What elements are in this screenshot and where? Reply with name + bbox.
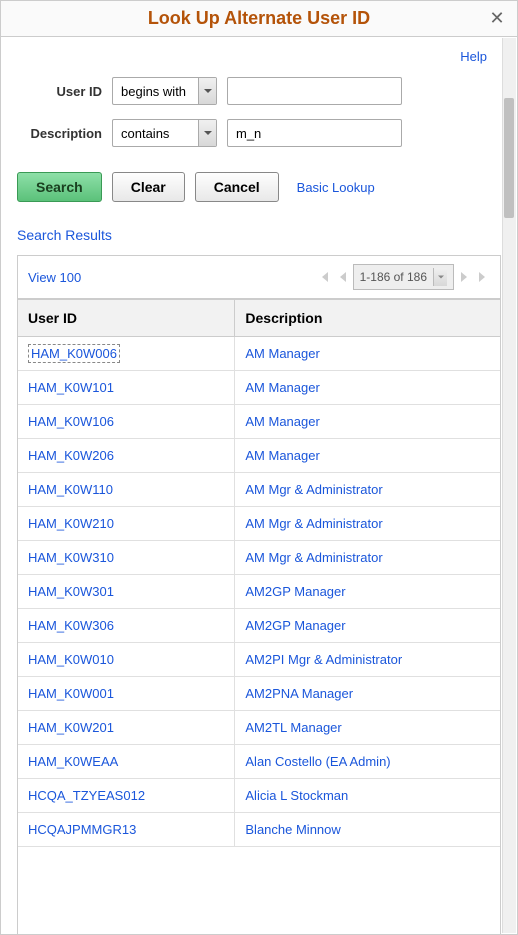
table-row[interactable]: HAM_K0W001AM2PNA Manager: [18, 677, 500, 711]
cell-description[interactable]: AM Manager: [235, 439, 500, 473]
table-row[interactable]: HAM_K0W206AM Manager: [18, 439, 500, 473]
cell-description[interactable]: AM2PI Mgr & Administrator: [235, 643, 500, 677]
description-row: Description contains: [17, 119, 501, 147]
pager: 1-186 of 186: [317, 264, 490, 290]
close-icon: ✕: [489, 8, 504, 28]
prev-page-icon[interactable]: [335, 270, 349, 284]
table-row[interactable]: HAM_K0W006AM Manager: [18, 337, 500, 371]
cell-user-id[interactable]: HAM_K0W210: [18, 507, 235, 541]
description-input[interactable]: [227, 119, 402, 147]
chevron-down-icon: [433, 268, 447, 286]
description-operator-wrap: contains: [112, 119, 217, 147]
user-id-operator[interactable]: begins with: [112, 77, 217, 105]
cell-user-id[interactable]: HAM_K0WEAA: [18, 745, 235, 779]
table-row[interactable]: HAM_K0W101AM Manager: [18, 371, 500, 405]
table-row[interactable]: HAM_K0W110AM Mgr & Administrator: [18, 473, 500, 507]
cell-description[interactable]: AM2PNA Manager: [235, 677, 500, 711]
description-label: Description: [17, 126, 112, 141]
cell-description[interactable]: Blanche Minnow: [235, 813, 500, 847]
col-user-id[interactable]: User ID: [18, 300, 235, 337]
clear-button[interactable]: Clear: [112, 172, 185, 202]
results-heading: Search Results: [17, 227, 501, 243]
table-row[interactable]: HAM_K0W010AM2PI Mgr & Administrator: [18, 643, 500, 677]
action-buttons: Search Clear Cancel Basic Lookup: [17, 172, 501, 202]
search-form: User ID begins with Description contains: [17, 77, 501, 147]
basic-lookup-link[interactable]: Basic Lookup: [297, 180, 375, 195]
close-button[interactable]: ✕: [487, 9, 507, 29]
cell-description[interactable]: Alan Costello (EA Admin): [235, 745, 500, 779]
user-id-input[interactable]: [227, 77, 402, 105]
first-page-icon[interactable]: [317, 270, 331, 284]
page-range[interactable]: 1-186 of 186: [353, 264, 454, 290]
cell-user-id[interactable]: HAM_K0W201: [18, 711, 235, 745]
help-link[interactable]: Help: [460, 49, 487, 64]
cell-description[interactable]: AM2TL Manager: [235, 711, 500, 745]
table-row[interactable]: HAM_K0W201AM2TL Manager: [18, 711, 500, 745]
search-button[interactable]: Search: [17, 172, 102, 202]
cell-description[interactable]: AM2GP Manager: [235, 575, 500, 609]
cell-user-id[interactable]: HAM_K0W310: [18, 541, 235, 575]
cell-description[interactable]: AM Manager: [235, 337, 500, 371]
user-id-row: User ID begins with: [17, 77, 501, 105]
cell-user-id[interactable]: HAM_K0W006: [18, 337, 235, 371]
user-id-label: User ID: [17, 84, 112, 99]
table-row[interactable]: HAM_K0W106AM Manager: [18, 405, 500, 439]
cell-description[interactable]: AM Manager: [235, 371, 500, 405]
table-row[interactable]: HAM_K0W301AM2GP Manager: [18, 575, 500, 609]
description-operator[interactable]: contains: [112, 119, 217, 147]
modal-content: Help User ID begins with Description con…: [1, 37, 517, 934]
results-grid: View 100 1-186 of 186: [17, 255, 501, 934]
cell-description[interactable]: Alicia L Stockman: [235, 779, 500, 813]
grid-toolbar: View 100 1-186 of 186: [18, 256, 500, 299]
title-bar: Look Up Alternate User ID ✕: [1, 1, 517, 37]
table-row[interactable]: HAM_K0WEAAAlan Costello (EA Admin): [18, 745, 500, 779]
cell-description[interactable]: AM Mgr & Administrator: [235, 541, 500, 575]
grid-body: User ID Description HAM_K0W006AM Manager…: [18, 299, 500, 934]
user-id-operator-wrap: begins with: [112, 77, 217, 105]
table-row[interactable]: HCQAJPMMGR13Blanche Minnow: [18, 813, 500, 847]
table-row[interactable]: HAM_K0W306AM2GP Manager: [18, 609, 500, 643]
cell-user-id[interactable]: HAM_K0W101: [18, 371, 235, 405]
cell-user-id[interactable]: HCQA_TZYEAS012: [18, 779, 235, 813]
cell-user-id[interactable]: HAM_K0W110: [18, 473, 235, 507]
table-row[interactable]: HCQA_TZYEAS012Alicia L Stockman: [18, 779, 500, 813]
cell-user-id[interactable]: HAM_K0W206: [18, 439, 235, 473]
cell-user-id[interactable]: HAM_K0W001: [18, 677, 235, 711]
col-description[interactable]: Description: [235, 300, 500, 337]
cell-user-id[interactable]: HAM_K0W301: [18, 575, 235, 609]
cell-user-id[interactable]: HAM_K0W010: [18, 643, 235, 677]
cancel-button[interactable]: Cancel: [195, 172, 279, 202]
table-row[interactable]: HAM_K0W210AM Mgr & Administrator: [18, 507, 500, 541]
cell-description[interactable]: AM Mgr & Administrator: [235, 507, 500, 541]
table-row[interactable]: HAM_K0W310AM Mgr & Administrator: [18, 541, 500, 575]
view-100-link[interactable]: View 100: [28, 270, 81, 285]
modal-title: Look Up Alternate User ID: [148, 8, 370, 29]
cell-user-id[interactable]: HCQAJPMMGR13: [18, 813, 235, 847]
results-table: User ID Description HAM_K0W006AM Manager…: [18, 299, 500, 847]
cell-description[interactable]: AM Mgr & Administrator: [235, 473, 500, 507]
cell-user-id[interactable]: HAM_K0W306: [18, 609, 235, 643]
cell-description[interactable]: AM Manager: [235, 405, 500, 439]
cell-description[interactable]: AM2GP Manager: [235, 609, 500, 643]
cell-user-id[interactable]: HAM_K0W106: [18, 405, 235, 439]
next-page-icon[interactable]: [458, 270, 472, 284]
last-page-icon[interactable]: [476, 270, 490, 284]
